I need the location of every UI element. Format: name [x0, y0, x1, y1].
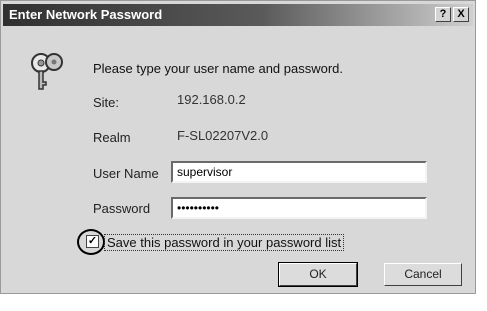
- realm-label: Realm: [93, 130, 131, 145]
- cancel-button[interactable]: Cancel: [384, 263, 462, 286]
- save-password-label[interactable]: Save this password in your password list: [104, 234, 345, 251]
- checkmark-icon: ✓: [87, 235, 98, 247]
- site-value: 192.168.0.2: [177, 92, 246, 107]
- save-password-checkbox[interactable]: ✓: [86, 235, 99, 248]
- help-button[interactable]: ?: [435, 7, 451, 22]
- title-bar: Enter Network Password ? X: [3, 4, 473, 26]
- instructions-text: Please type your user name and password.: [93, 61, 344, 76]
- password-field[interactable]: [171, 197, 427, 219]
- key-icon: [31, 53, 63, 90]
- username-field[interactable]: [171, 161, 427, 183]
- close-button[interactable]: X: [453, 7, 469, 22]
- dialog-title: Enter Network Password: [9, 7, 163, 22]
- site-label: Site:: [93, 95, 120, 110]
- realm-value: F-SL02207V2.0: [177, 128, 269, 143]
- username-label: User Name: [93, 166, 159, 181]
- ok-button[interactable]: OK: [278, 262, 358, 287]
- enter-network-password-dialog: Enter Network Password ? X Please type y…: [0, 0, 476, 294]
- password-label: Password: [93, 201, 151, 216]
